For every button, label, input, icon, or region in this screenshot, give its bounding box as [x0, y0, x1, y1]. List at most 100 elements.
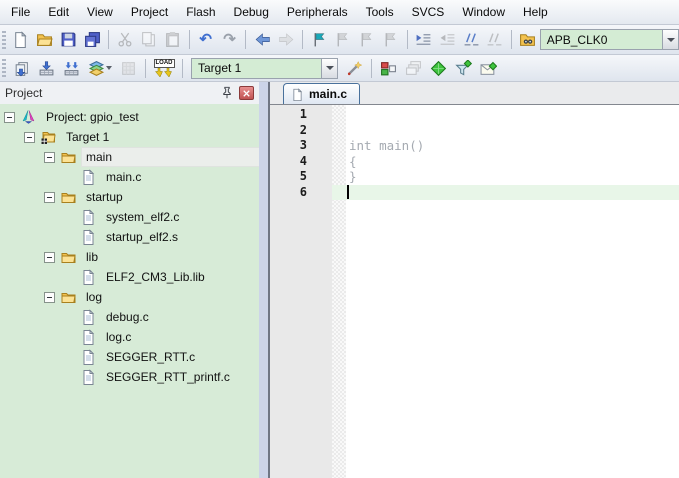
target-combo-dropdown-button[interactable] — [321, 58, 337, 78]
selected-row-highlight: main — [81, 147, 259, 167]
collapse-expander-icon[interactable] — [44, 291, 55, 303]
menu-file[interactable]: File — [2, 1, 39, 23]
tree-item-log-c[interactable]: log.c — [64, 327, 259, 347]
tree-item-project-root[interactable]: Project: gpio_test — [4, 107, 259, 127]
menu-edit[interactable]: Edit — [39, 1, 78, 23]
uncomment-button[interactable] — [483, 28, 507, 51]
pin-panel-button[interactable] — [219, 86, 235, 101]
menu-peripherals[interactable]: Peripherals — [278, 1, 357, 23]
outdent-button[interactable] — [435, 28, 459, 51]
line-number: 3 — [299, 138, 307, 152]
options-for-target-button[interactable] — [342, 57, 367, 80]
menu-view[interactable]: View — [78, 1, 122, 23]
code-text-area[interactable]: int main() { } — [346, 105, 679, 478]
batch-build-button[interactable] — [84, 57, 116, 80]
project-tree: Project: gpio_test Target 1 main main.c — [0, 104, 259, 478]
previous-bookmark-button[interactable] — [331, 28, 355, 51]
tree-item-segger-rtt-printf-c[interactable]: SEGGER_RTT_printf.c — [64, 367, 259, 387]
menu-flash[interactable]: Flash — [177, 1, 224, 23]
pack-installer-button[interactable] — [476, 57, 501, 80]
file-extensions-filter-button[interactable] — [451, 57, 476, 80]
source-file-icon — [80, 229, 97, 245]
collapse-expander-icon[interactable] — [44, 151, 55, 163]
toolbar-separator — [145, 58, 146, 78]
stop-build-button[interactable] — [116, 57, 141, 80]
chevron-down-icon — [666, 37, 675, 42]
tree-item-lib-group[interactable]: lib — [44, 247, 259, 267]
comment-button[interactable] — [459, 28, 483, 51]
tree-item-target-1[interactable]: Target 1 — [24, 127, 259, 147]
load-flash-button[interactable]: LOAD — [150, 56, 178, 81]
paste-button[interactable] — [161, 28, 185, 51]
manage-project-items-button[interactable] — [376, 57, 401, 80]
next-bookmark-button[interactable] — [355, 28, 379, 51]
manage-rte-button[interactable] — [426, 57, 451, 80]
save-all-button[interactable] — [80, 28, 104, 51]
redo-button[interactable]: ↷ — [218, 28, 242, 51]
toolbar-separator — [510, 30, 512, 49]
toolbar-separator — [245, 30, 247, 49]
collapse-expander-icon[interactable] — [24, 131, 35, 143]
bookmark-margin[interactable] — [332, 105, 346, 478]
open-file-button[interactable] — [33, 28, 57, 51]
toolbar-separator — [182, 58, 183, 78]
toolbar-separator — [371, 58, 372, 78]
close-icon — [238, 86, 254, 100]
panel-splitter[interactable] — [259, 82, 270, 478]
tree-item-debug-c[interactable]: debug.c — [64, 307, 259, 327]
toggle-bookmark-button[interactable] — [307, 28, 331, 51]
source-file-icon — [80, 269, 97, 285]
cut-button[interactable] — [113, 28, 137, 51]
save-button[interactable] — [57, 28, 81, 51]
multi-project-workspace-button[interactable] — [401, 57, 426, 80]
tree-item-system-elf2-c[interactable]: system_elf2.c — [64, 207, 259, 227]
search-combo-value[interactable]: APB_CLK0 — [541, 30, 662, 49]
line-number: 6 — [299, 184, 307, 199]
tree-item-startup-elf2-s[interactable]: startup_elf2.s — [64, 227, 259, 247]
toolbar-grip[interactable] — [2, 59, 6, 77]
collapse-expander-icon[interactable] — [44, 191, 55, 203]
clear-bookmarks-button[interactable] — [379, 28, 403, 51]
tab-label: main.c — [309, 87, 348, 101]
menu-tools[interactable]: Tools — [357, 1, 403, 23]
tree-item-startup-group[interactable]: startup — [44, 187, 259, 207]
toolbar-separator — [188, 30, 190, 49]
tree-item-elf2-cm3-lib[interactable]: ELF2_CM3_Lib.lib — [64, 267, 259, 287]
tree-item-main-c[interactable]: main.c — [64, 167, 259, 187]
navigate-forward-button[interactable] — [274, 28, 298, 51]
indent-button[interactable] — [411, 28, 435, 51]
new-file-button[interactable] — [9, 28, 33, 51]
tree-item-log-group[interactable]: log — [44, 287, 259, 307]
menu-window[interactable]: Window — [453, 1, 514, 23]
menu-help[interactable]: Help — [514, 1, 557, 23]
project-panel-title: Project — [5, 86, 43, 100]
collapse-expander-icon[interactable] — [4, 111, 15, 123]
target-combo-value[interactable]: Target 1 — [192, 59, 321, 78]
copy-button[interactable] — [137, 28, 161, 51]
search-combo[interactable]: APB_CLK0 — [539, 29, 679, 50]
target-select-combo[interactable]: Target 1 — [191, 57, 338, 79]
navigate-back-button[interactable] — [250, 28, 274, 51]
menu-project[interactable]: Project — [122, 1, 177, 23]
close-panel-button[interactable] — [238, 86, 254, 101]
search-combo-dropdown-button[interactable] — [662, 30, 679, 49]
menu-svcs[interactable]: SVCS — [403, 1, 454, 23]
find-in-files-button[interactable] — [516, 28, 540, 51]
code-editor[interactable]: 1 2 3 4 5 6 int main() { } — [270, 105, 679, 478]
translate-button[interactable] — [9, 57, 34, 80]
collapse-expander-icon[interactable] — [44, 251, 55, 263]
tab-main-c[interactable]: main.c — [283, 83, 361, 104]
tree-item-segger-rtt-c[interactable]: SEGGER_RTT.c — [64, 347, 259, 367]
build-toolbar: LOAD Target 1 — [0, 55, 679, 82]
undo-button[interactable]: ↶ — [194, 28, 218, 51]
build-button[interactable] — [34, 57, 59, 80]
uvision-project-icon — [20, 109, 37, 125]
code-line: int main() — [349, 138, 425, 153]
file-icon — [291, 88, 304, 101]
menu-debug[interactable]: Debug — [225, 1, 278, 23]
undo-icon: ↶ — [199, 31, 212, 48]
rebuild-all-button[interactable] — [59, 57, 84, 80]
tree-item-main-group[interactable]: main — [44, 147, 259, 167]
toolbar-grip[interactable] — [2, 30, 6, 49]
